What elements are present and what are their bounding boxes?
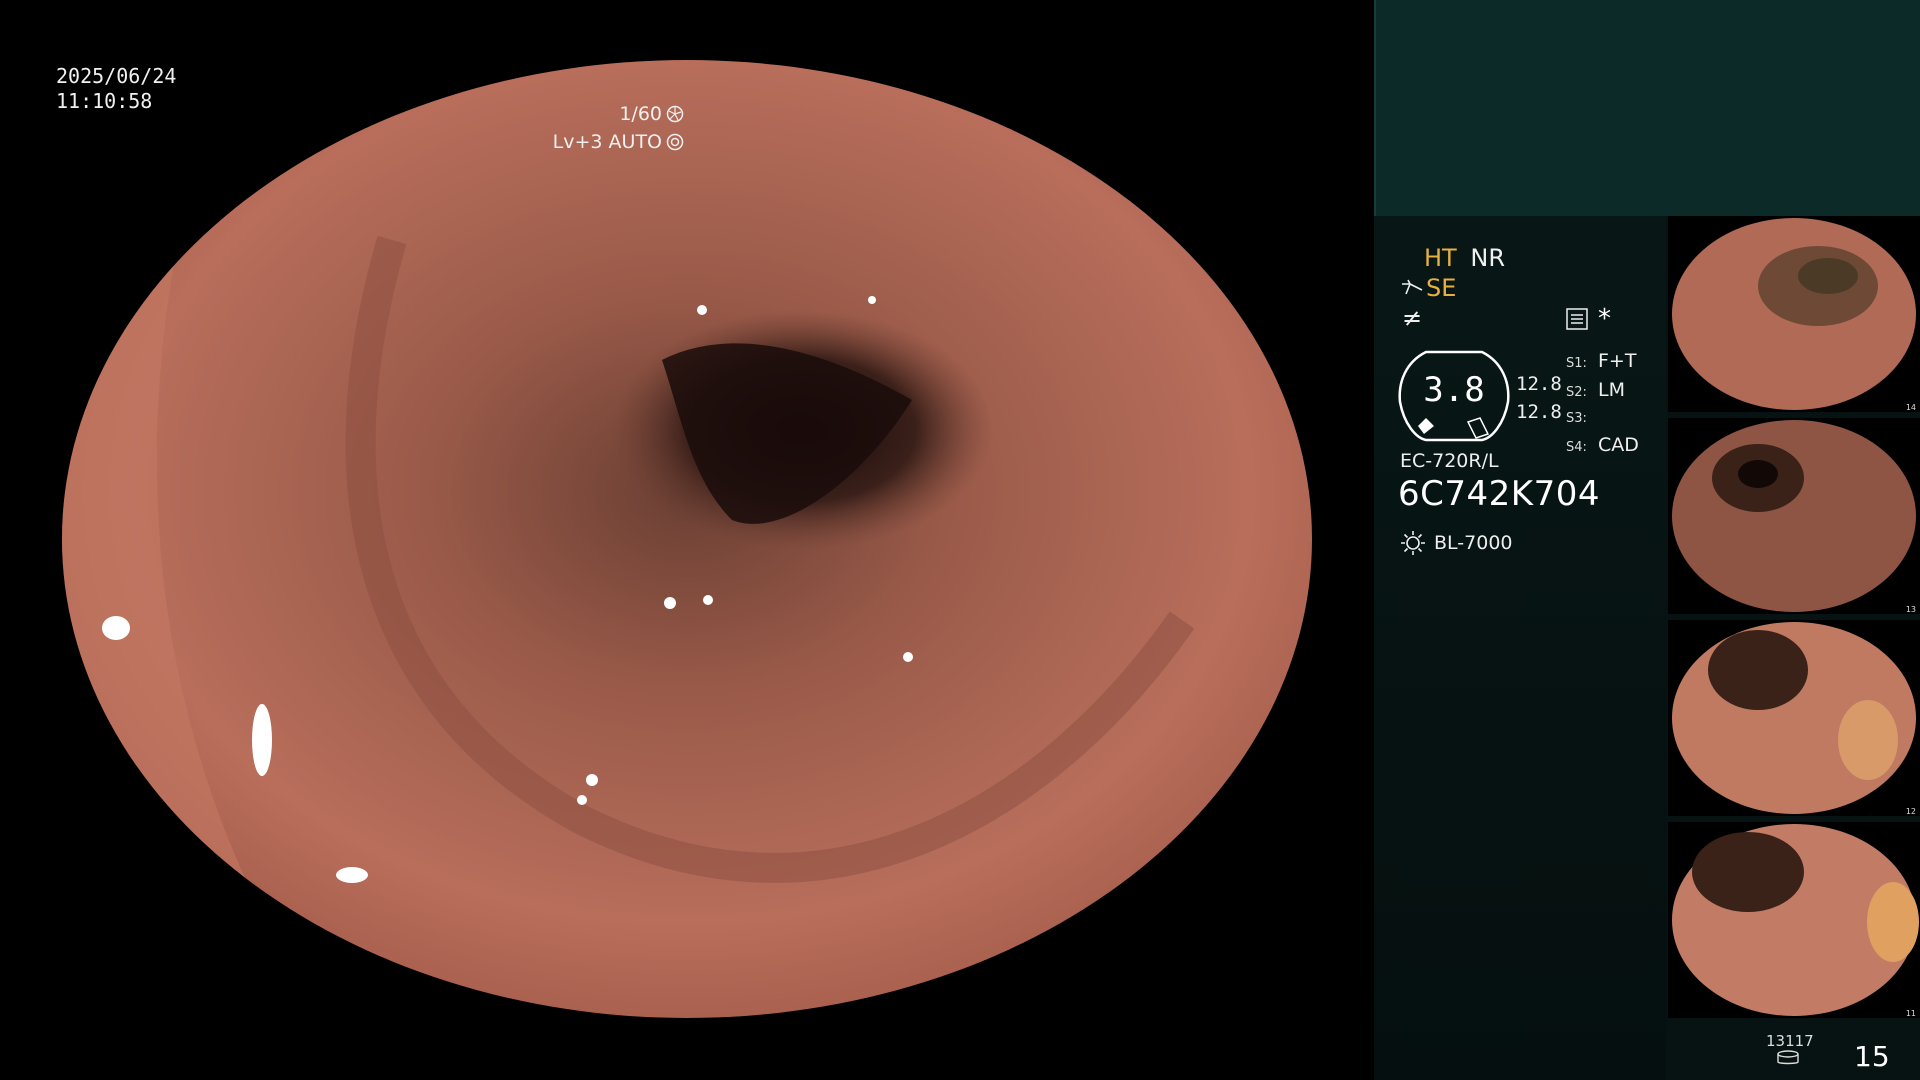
date-label: 2025/06/24 <box>56 64 177 88</box>
endoscopy-screen: 2025/06/24 11:10:58 1/60 Lv+3 AUTO HT NR… <box>0 0 1920 1080</box>
shutter-speed: 1/60 <box>619 103 662 125</box>
gauge-numbers: 12.8 12.8 <box>1516 370 1562 426</box>
scope-angle-icon <box>1402 279 1423 295</box>
slot-key: S3: <box>1566 411 1587 426</box>
main-view: 2025/06/24 11:10:58 1/60 Lv+3 AUTO <box>0 0 1372 1080</box>
shutter-icon <box>666 105 684 123</box>
gauge: 3.8 <box>1396 348 1512 444</box>
slot-s1: S1: F+T <box>1566 348 1639 377</box>
slot-key: S1: <box>1566 356 1587 371</box>
time-label: 11:10:58 <box>56 89 153 113</box>
page-number: 15 <box>1854 1040 1890 1073</box>
thumbnail-number: 12 <box>1905 807 1916 816</box>
light-source: BL-7000 <box>1400 530 1513 556</box>
thumbnail[interactable]: 12 <box>1668 620 1920 816</box>
slot-value: F+T <box>1598 350 1637 372</box>
se-label: SE <box>1426 274 1457 302</box>
thumbnail-number: 11 <box>1905 1009 1916 1018</box>
slot-value: LM <box>1598 379 1625 401</box>
gauge-bottom-value: 12.8 <box>1516 401 1562 423</box>
thumbnail[interactable]: 13 <box>1668 418 1920 614</box>
slot-key: S4: <box>1566 440 1587 455</box>
slot-key: S2: <box>1566 385 1587 400</box>
exposure-info: 1/60 Lv+3 AUTO <box>553 100 684 156</box>
gauge-value: 3.8 <box>1423 370 1485 410</box>
storage-icon <box>1777 1050 1799 1065</box>
image-mask-top <box>0 0 1372 60</box>
scope-serial: 6C742K704 <box>1398 474 1600 514</box>
structure-enhance-row: SE <box>1400 274 1456 302</box>
auto-iris-icon <box>666 133 684 151</box>
asterisk-icon: * <box>1598 304 1611 334</box>
ht-label: HT <box>1424 244 1457 272</box>
image-mask-bottom <box>0 1018 1372 1080</box>
endoscopic-image <box>62 60 1312 1018</box>
menu-icon <box>1566 308 1588 330</box>
thumbnail-number: 14 <box>1905 403 1916 412</box>
brightness-level: Lv+3 AUTO <box>552 131 662 153</box>
thumbnail-number: 13 <box>1905 605 1916 614</box>
scope-model: EC-720R/L <box>1400 450 1499 472</box>
light-source-icon <box>1401 531 1425 555</box>
slot-s2: S2: LM <box>1566 377 1639 406</box>
side-panel: HT NR SE ≠ * 3.8 12.8 12.8 S1: F+T S2: L… <box>1374 0 1920 1080</box>
switch-slots: S1: F+T S2: LM S3: S4: CAD <box>1566 348 1639 461</box>
gauge-top-value: 12.8 <box>1516 373 1562 395</box>
nr-label: NR <box>1470 244 1505 272</box>
datetime: 2025/06/24 11:10:58 <box>56 64 176 114</box>
light-source-label: BL-7000 <box>1434 532 1513 554</box>
storage-count: 13117 <box>1766 1032 1814 1050</box>
slot-s3: S3: <box>1566 406 1639 432</box>
thumbnail[interactable]: 14 <box>1668 216 1920 412</box>
status-area <box>1374 216 1666 1080</box>
slot-s4: S4: CAD <box>1566 432 1639 461</box>
thumbnail[interactable]: 11 <box>1668 822 1920 1018</box>
freeze-icon: ≠ <box>1402 304 1423 332</box>
slot-value: CAD <box>1598 434 1639 456</box>
image-enhance-row: HT NR <box>1424 244 1505 272</box>
info-box <box>1374 0 1920 216</box>
